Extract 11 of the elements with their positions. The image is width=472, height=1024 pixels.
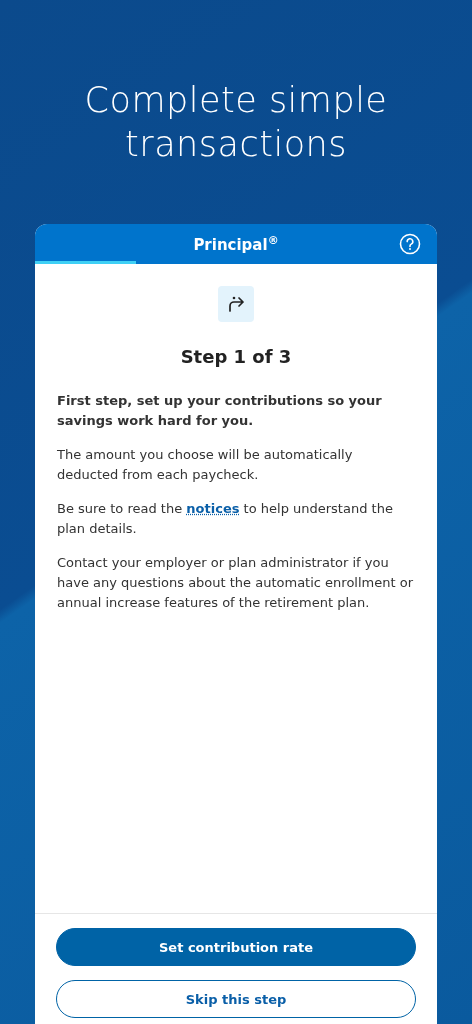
set-rate-button[interactable]: Set contribution rate: [56, 928, 416, 966]
notices-link[interactable]: notices: [186, 501, 240, 516]
body-text: Be sure to read the notices to help understand the plan details.: [57, 500, 394, 538]
brand-name: Principal$^{®}$: [193, 234, 279, 254]
body-text: The amount you choose will be automatically deducted from each paycheck.: [57, 446, 354, 484]
body-text: Contact your employer or plan administrator if you have any questions about the automatic enrollment or annual increase features of the retirement plan.: [57, 554, 414, 612]
step-title: Step 1 of 3: [179, 346, 293, 367]
intro-text: First step, set up your contributions so your savings work hard for you.: [57, 392, 383, 430]
skip-button[interactable]: Skip this step: [56, 980, 416, 1018]
help-icon[interactable]: [399, 233, 421, 255]
headline: Complete simple transactions: [83, 79, 389, 166]
